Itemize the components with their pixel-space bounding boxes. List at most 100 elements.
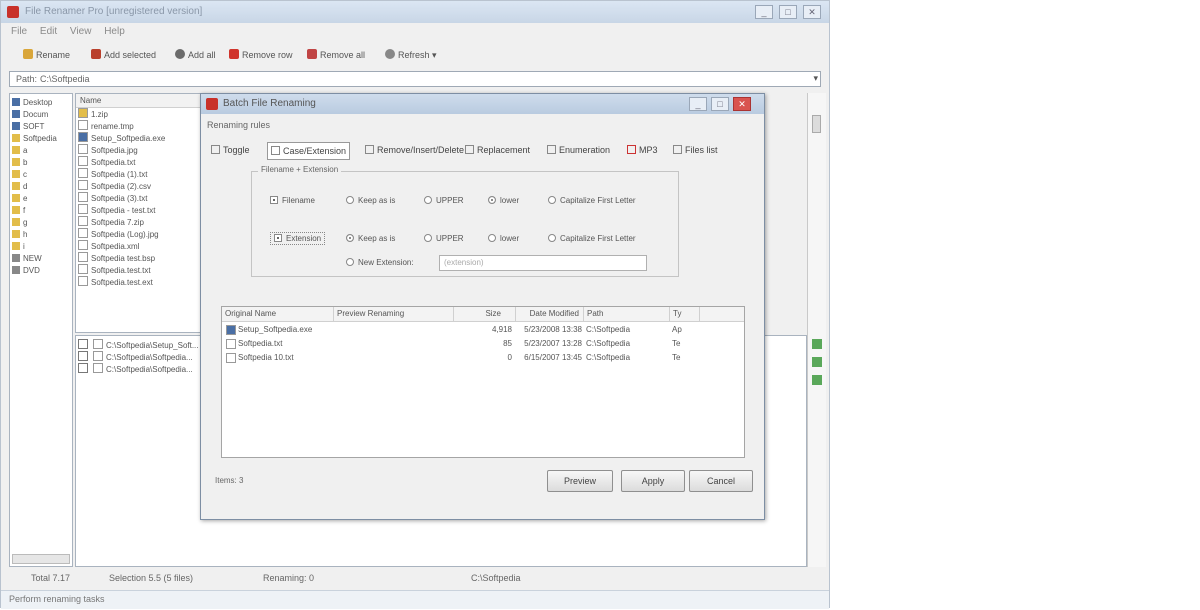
tree-item[interactable]: Softpedia (10, 133, 72, 145)
tree-scrollbar[interactable] (12, 554, 70, 564)
tree-item[interactable]: NEW (10, 253, 72, 265)
extension-capitalize-radio[interactable]: Capitalize First Letter (548, 234, 636, 243)
tab-enumeration[interactable]: Enumeration (547, 142, 610, 158)
tab-files-list[interactable]: Files list (673, 142, 718, 158)
file-row[interactable]: Softpedia.test.txt (76, 264, 204, 276)
file-row[interactable]: Softpedia (1).txt (76, 168, 204, 180)
file-list-header[interactable]: Name (76, 94, 204, 108)
file-row[interactable]: Softpedia.xml (76, 240, 204, 252)
extension-checkbox[interactable]: Extension (270, 232, 326, 245)
tree-item[interactable]: DVD (10, 265, 72, 277)
extension-lower-radio[interactable]: lower (488, 234, 519, 243)
file-row[interactable]: Softpedia (3).txt (76, 192, 204, 204)
queue-checkbox-icon[interactable] (78, 363, 88, 373)
menu-edit[interactable]: Edit (40, 26, 57, 37)
file-icon (78, 108, 88, 118)
rename-button[interactable]: Rename (23, 47, 70, 63)
col-original-name[interactable]: Original Name (222, 307, 334, 321)
move-up-icon[interactable] (812, 339, 822, 349)
path-field[interactable]: Path: C:\Softpedia ▾ (9, 71, 821, 87)
tab-remove-insert-delete[interactable]: Remove/Insert/Delete (365, 142, 464, 158)
tree-item[interactable]: d (10, 181, 72, 193)
tab-toggle[interactable]: Toggle (211, 142, 250, 158)
menu-help[interactable]: Help (104, 26, 125, 37)
col-size[interactable]: Size (454, 307, 516, 321)
folder-tree[interactable]: Desktop Docum SOFT Softpedia a b c d e f g h i NEW DVD (9, 93, 73, 567)
tab-replacement[interactable]: Replacement (465, 142, 530, 158)
cell-path: C:\Softpedia (586, 325, 631, 334)
folder-icon (12, 122, 20, 130)
apply-button[interactable]: Apply (621, 470, 685, 492)
menu-view[interactable]: View (70, 26, 92, 37)
filename-lower-radio[interactable]: lower (488, 196, 519, 205)
filename-checkbox[interactable]: Filename (270, 196, 315, 205)
tree-item-label: Softpedia (23, 134, 57, 143)
footer-text: Perform renaming tasks (9, 594, 105, 604)
tree-item[interactable]: Desktop (10, 97, 72, 109)
file-row[interactable]: Softpedia.test.ext (76, 276, 204, 288)
file-row[interactable]: Softpedia (2).csv (76, 180, 204, 192)
filename-capitalize-radio[interactable]: Capitalize First Letter (548, 196, 636, 205)
tab-mp3[interactable]: MP3 (627, 142, 658, 158)
dialog-close-button[interactable]: ✕ (733, 97, 751, 111)
preview-button[interactable]: Preview (547, 470, 613, 492)
maximize-button[interactable]: □ (779, 5, 797, 19)
tree-item[interactable]: SOFT (10, 121, 72, 133)
col-type[interactable]: Ty (670, 307, 700, 321)
refresh-button[interactable]: Refresh ▾ (385, 47, 437, 63)
preview-row[interactable]: Softpedia 10.txt 0 6/15/2007 13:45 C:\Softp… (222, 351, 744, 364)
tree-item[interactable]: c (10, 169, 72, 181)
tree-item[interactable]: h (10, 229, 72, 241)
minimize-button[interactable]: _ (755, 5, 773, 19)
file-row[interactable]: rename.tmp (76, 120, 204, 132)
file-list[interactable]: Name 1.zip rename.tmp Setup_Softpedia.exe S… (75, 93, 205, 333)
file-row[interactable]: Softpedia test.bsp (76, 252, 204, 264)
file-row[interactable]: Softpedia.jpg (76, 144, 204, 156)
move-down-icon[interactable] (812, 357, 822, 367)
menu-file[interactable]: File (11, 26, 27, 37)
scroll-thumb[interactable] (812, 115, 821, 133)
queue-checkbox-icon[interactable] (78, 351, 88, 361)
tree-item[interactable]: b (10, 157, 72, 169)
preview-file-list[interactable]: Original Name Preview Renaming Size Date… (221, 306, 745, 458)
col-date-modified[interactable]: Date Modified (516, 307, 584, 321)
filename-upper-radio[interactable]: UPPER (424, 196, 464, 205)
dialog-minimize-button[interactable]: _ (689, 97, 707, 111)
path-dropdown-icon[interactable]: ▾ (813, 73, 818, 84)
queue-checkbox-icon[interactable] (78, 339, 88, 349)
extension-keep-radio[interactable]: Keep as is (346, 234, 395, 243)
file-icon (78, 132, 88, 142)
file-row[interactable]: Softpedia (Log).jpg (76, 228, 204, 240)
close-button[interactable]: ✕ (803, 5, 821, 19)
folder-icon (12, 218, 20, 226)
file-row[interactable]: Softpedia - test.txt (76, 204, 204, 216)
add-selected-button[interactable]: Add selected (91, 47, 156, 63)
extension-upper-radio[interactable]: UPPER (424, 234, 464, 243)
tree-item[interactable]: f (10, 205, 72, 217)
tab-case-extension[interactable]: Case/Extension (267, 142, 351, 160)
col-path[interactable]: Path (584, 307, 670, 321)
file-row[interactable]: Softpedia 7.zip (76, 216, 204, 228)
new-extension-input[interactable]: (extension) (439, 255, 647, 271)
col-preview-renaming[interactable]: Preview Renaming (334, 307, 454, 321)
preview-row[interactable]: Setup_Softpedia.exe 4,918 5/23/2008 13:38 C… (222, 323, 744, 336)
tree-item[interactable]: Docum (10, 109, 72, 121)
remove-row-button[interactable]: Remove row (229, 47, 293, 63)
tree-item[interactable]: e (10, 193, 72, 205)
tree-item[interactable]: g (10, 217, 72, 229)
file-row[interactable]: Setup_Softpedia.exe (76, 132, 204, 144)
dialog-maximize-button[interactable]: □ (711, 97, 729, 111)
tree-item[interactable]: a (10, 145, 72, 157)
add-all-button[interactable]: Add all (175, 47, 216, 63)
move-bottom-icon[interactable] (812, 375, 822, 385)
cancel-button[interactable]: Cancel (689, 470, 753, 492)
preview-row[interactable]: Softpedia.txt 85 5/23/2007 13:28 C:\Softped… (222, 337, 744, 350)
filename-keep-radio[interactable]: Keep as is (346, 196, 395, 205)
enumeration-icon (547, 145, 556, 154)
file-row[interactable]: 1.zip (76, 108, 204, 120)
new-extension-radio[interactable]: New Extension: (346, 258, 414, 267)
file-row[interactable]: Softpedia.txt (76, 156, 204, 168)
tree-item-label: a (23, 146, 28, 155)
remove-all-button[interactable]: Remove all (307, 47, 365, 63)
tree-item[interactable]: i (10, 241, 72, 253)
